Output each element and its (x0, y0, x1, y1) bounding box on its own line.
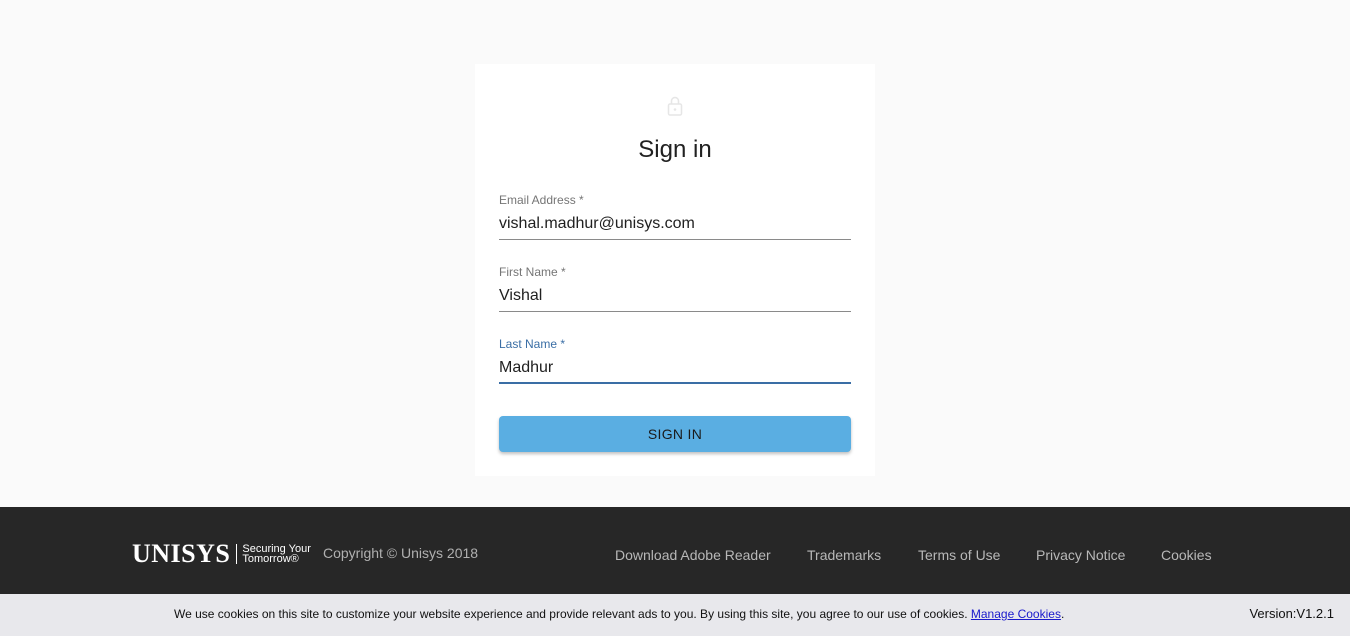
footer-link-cookies[interactable]: Cookies (1161, 547, 1212, 563)
sign-in-button[interactable]: SIGN IN (499, 416, 851, 452)
logo-tagline: Securing Your Tomorrow® (242, 544, 311, 565)
lock-icon (667, 96, 683, 116)
email-input[interactable]: vishal.madhur@unisys.com (499, 208, 851, 240)
cookie-notice: We use cookies on this site to customize… (174, 607, 1064, 621)
first-name-input[interactable]: Vishal (499, 280, 851, 312)
footer-link-trademarks[interactable]: Trademarks (807, 547, 881, 563)
footer-link-adobe-reader[interactable]: Download Adobe Reader (615, 547, 771, 563)
email-field[interactable]: Email Address * vishal.madhur@unisys.com (499, 192, 851, 240)
first-name-field[interactable]: First Name * Vishal (499, 264, 851, 312)
last-name-input[interactable]: Madhur (499, 352, 851, 384)
cookie-notice-text: We use cookies on this site to customize… (174, 607, 968, 621)
first-name-label: First Name * (499, 265, 566, 279)
logo-wordmark: UNISYS (132, 539, 231, 568)
footer-link-privacy[interactable]: Privacy Notice (1036, 547, 1125, 563)
copyright-text: Copyright © Unisys 2018 (323, 545, 479, 561)
logo-divider (236, 544, 238, 564)
last-name-label: Last Name * (499, 337, 566, 351)
cookie-notice-period: . (1060, 607, 1065, 621)
page-title: Sign in (638, 136, 712, 163)
logo-tagline-line-2: Tomorrow® (242, 553, 299, 565)
version-label: Version:V1.2.1 (1249, 606, 1334, 621)
last-name-field[interactable]: Last Name * Madhur (499, 336, 851, 384)
footer-link-terms[interactable]: Terms of Use (918, 547, 1000, 563)
manage-cookies-link[interactable]: Manage Cookies (971, 607, 1061, 621)
email-label: Email Address * (499, 193, 584, 207)
unisys-logo[interactable]: UNISYS Securing Your Tomorrow® (132, 539, 311, 569)
